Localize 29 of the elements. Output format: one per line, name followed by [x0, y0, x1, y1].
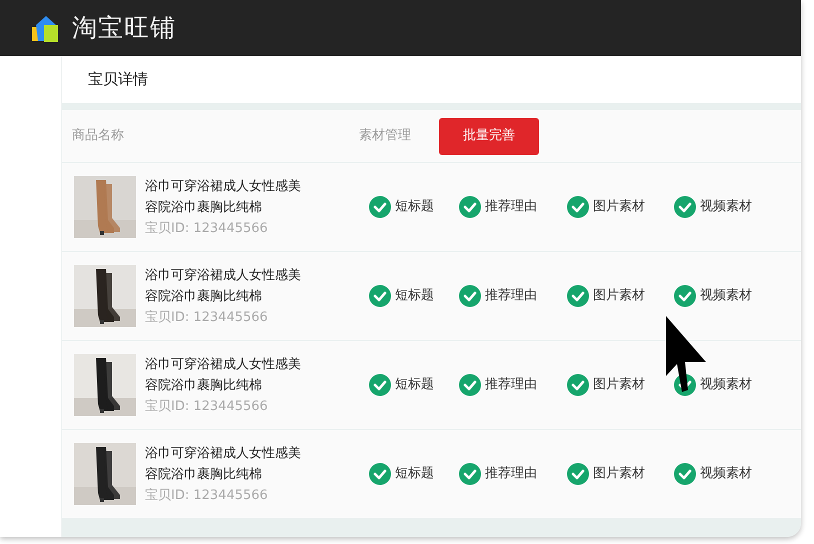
batch-complete-button[interactable]: 批量完善: [439, 118, 539, 154]
material-label: 短标题: [395, 465, 434, 484]
product-name: 浴巾可穿浴裙成人女性感美容院浴巾裹胸比纯棉: [145, 178, 302, 216]
material-label: 视频素材: [700, 287, 752, 306]
material-label: 推荐理由: [485, 198, 537, 216]
material-label: 图片素材: [593, 465, 645, 484]
product-id: 宝贝ID: 123445566: [145, 486, 269, 504]
material-label: 推荐理由: [485, 287, 537, 306]
app-title: 淘宝旺铺: [72, 12, 176, 44]
material-label: 推荐理由: [485, 465, 537, 484]
product-id: 宝贝ID: 123445566: [145, 398, 269, 416]
product-id: 宝贝ID: 123445566: [145, 308, 269, 326]
material-label: 短标题: [395, 287, 434, 306]
material-label: 图片素材: [593, 287, 645, 306]
material-label: 图片素材: [593, 376, 645, 394]
product-name: 浴巾可穿浴裙成人女性感美容院浴巾裹胸比纯棉: [145, 356, 302, 394]
material-label: 图片素材: [593, 198, 645, 216]
page-title: 宝贝详情: [88, 69, 148, 90]
material-label: 视频素材: [700, 465, 752, 484]
material-label: 推荐理由: [485, 376, 537, 394]
column-header: 商品名称: [72, 127, 125, 146]
product-name: 浴巾可穿浴裙成人女性感美容院浴巾裹胸比纯棉: [145, 266, 302, 306]
product-id: 宝贝ID: 123445566: [145, 220, 269, 238]
column-header: 素材管理: [359, 127, 412, 146]
product-name: 浴巾可穿浴裙成人女性感美容院浴巾裹胸比纯棉: [145, 444, 302, 484]
material-label: 短标题: [395, 376, 434, 394]
material-label: 短标题: [395, 198, 434, 216]
material-label: 视频素材: [700, 198, 752, 216]
material-label: 视频素材: [700, 376, 752, 394]
